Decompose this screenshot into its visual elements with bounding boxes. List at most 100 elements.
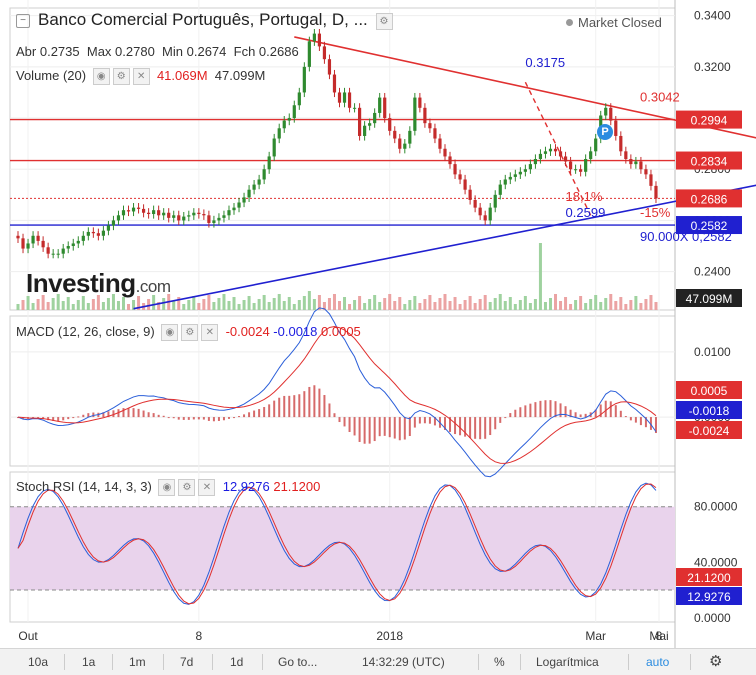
- price-alert-icon[interactable]: P: [597, 124, 613, 140]
- candle-body: [579, 169, 583, 172]
- candle-body: [413, 97, 417, 131]
- range-7d-button[interactable]: 7d: [180, 655, 193, 669]
- macd-histogram-bar: [338, 417, 341, 423]
- candle-body: [36, 235, 40, 241]
- candle-body: [619, 135, 623, 152]
- macd-histogram-bar: [268, 404, 271, 418]
- chart-annotation: 0.2599: [566, 205, 606, 220]
- candle-body: [237, 202, 241, 208]
- volume-bar: [197, 303, 201, 310]
- close-icon[interactable]: ✕: [198, 479, 216, 496]
- candle-body: [342, 92, 347, 103]
- volume-bar: [398, 297, 402, 310]
- candle-body: [177, 215, 181, 221]
- x-tick-label: 8: [656, 629, 663, 643]
- volume-bar: [46, 302, 50, 310]
- macd-histogram-bar: [519, 407, 522, 418]
- volume-bar: [61, 301, 65, 310]
- volume-bar: [91, 299, 95, 310]
- volume-bar: [71, 304, 75, 310]
- gear-icon[interactable]: ⚙: [709, 652, 722, 670]
- volume-bar: [172, 301, 176, 310]
- volume-bar: [36, 299, 40, 310]
- close-icon[interactable]: ✕: [132, 68, 150, 85]
- macd-histogram-bar: [514, 409, 517, 418]
- volume-bar: [388, 294, 392, 310]
- macd-histogram-bar: [202, 417, 205, 420]
- macd-histogram-bar: [564, 406, 567, 418]
- candle-body: [76, 240, 80, 244]
- macd-histogram-bar: [388, 417, 391, 438]
- macd-histogram-bar: [624, 416, 627, 418]
- macd-histogram-bar: [217, 417, 220, 421]
- volume-bar: [498, 294, 502, 310]
- log-toggle[interactable]: Logarítmica: [536, 655, 599, 669]
- volume-bar: [51, 298, 55, 310]
- volume-bar: [508, 297, 512, 310]
- candle-body: [629, 159, 633, 165]
- range-1d-button[interactable]: 1d: [230, 655, 243, 669]
- macd-histogram-bar: [328, 403, 331, 418]
- visibility-icon[interactable]: ◉: [158, 479, 176, 496]
- settings-icon[interactable]: ⚙: [375, 13, 393, 30]
- candle-body: [589, 151, 593, 159]
- candle-body: [272, 138, 276, 157]
- volume-bar: [348, 304, 352, 310]
- status-dot-icon: [566, 19, 573, 26]
- macd-histogram-bar: [313, 385, 316, 418]
- volume-bar: [207, 295, 211, 310]
- candle-body: [352, 107, 357, 109]
- divider: [690, 654, 691, 670]
- candle-body: [483, 215, 487, 221]
- volume-bar: [468, 296, 472, 310]
- volume-bar: [393, 301, 397, 310]
- candle-body: [513, 174, 517, 177]
- candle-body: [639, 161, 643, 170]
- settings-icon[interactable]: ⚙: [112, 68, 130, 85]
- collapse-icon[interactable]: −: [16, 14, 30, 28]
- chart-annotation: 0.3042: [640, 89, 680, 104]
- visibility-icon[interactable]: ◉: [92, 68, 110, 85]
- macd-histogram-bar: [137, 408, 140, 418]
- candle-body: [46, 247, 50, 254]
- visibility-icon[interactable]: ◉: [161, 324, 179, 341]
- candle-body: [126, 210, 131, 212]
- range-10a-button[interactable]: 10a: [28, 655, 48, 669]
- candle-body: [147, 212, 151, 215]
- candle-body: [528, 164, 532, 170]
- macd-histogram-bar: [469, 417, 472, 438]
- volume-legend: Volume (20) ◉ ⚙ ✕ 41.069M 47.099M: [16, 68, 266, 85]
- candle-body: [307, 41, 311, 67]
- range-1m-button[interactable]: 1m: [129, 655, 146, 669]
- goto-button[interactable]: Go to...: [278, 655, 317, 669]
- candle-body: [322, 46, 327, 60]
- percent-toggle[interactable]: %: [494, 655, 505, 669]
- range-1a-button[interactable]: 1a: [82, 655, 95, 669]
- macd-histogram-bar: [308, 386, 311, 418]
- settings-icon[interactable]: ⚙: [181, 324, 199, 341]
- macd-histogram-bar: [383, 417, 386, 436]
- macd-histogram-bar: [67, 417, 70, 420]
- candle-body: [131, 207, 136, 212]
- candle-body: [51, 253, 55, 255]
- stoch-rsi-legend: Stoch RSI (14, 14, 3, 3) ◉ ⚙ ✕ 12.9276 21.…: [16, 479, 321, 496]
- volume-bar: [267, 302, 271, 310]
- volume-bar: [554, 294, 558, 310]
- macd-histogram-bar: [112, 410, 115, 418]
- macd-histogram-bar: [509, 413, 512, 418]
- volume-bar: [106, 298, 110, 310]
- macd-histogram-bar: [403, 417, 406, 440]
- volume-bar: [543, 302, 547, 310]
- macd-histogram-bar: [554, 401, 557, 418]
- volume-bar: [614, 301, 618, 310]
- candle-body: [624, 151, 628, 159]
- close-icon[interactable]: ✕: [201, 324, 219, 341]
- settings-icon[interactable]: ⚙: [178, 479, 196, 496]
- candle-body: [162, 212, 166, 216]
- volume-bar: [649, 295, 653, 310]
- candle-body: [106, 225, 111, 231]
- volume-bar: [368, 299, 372, 310]
- volume-bar: [443, 294, 447, 310]
- auto-toggle[interactable]: auto: [646, 655, 669, 669]
- candle-body: [297, 92, 301, 106]
